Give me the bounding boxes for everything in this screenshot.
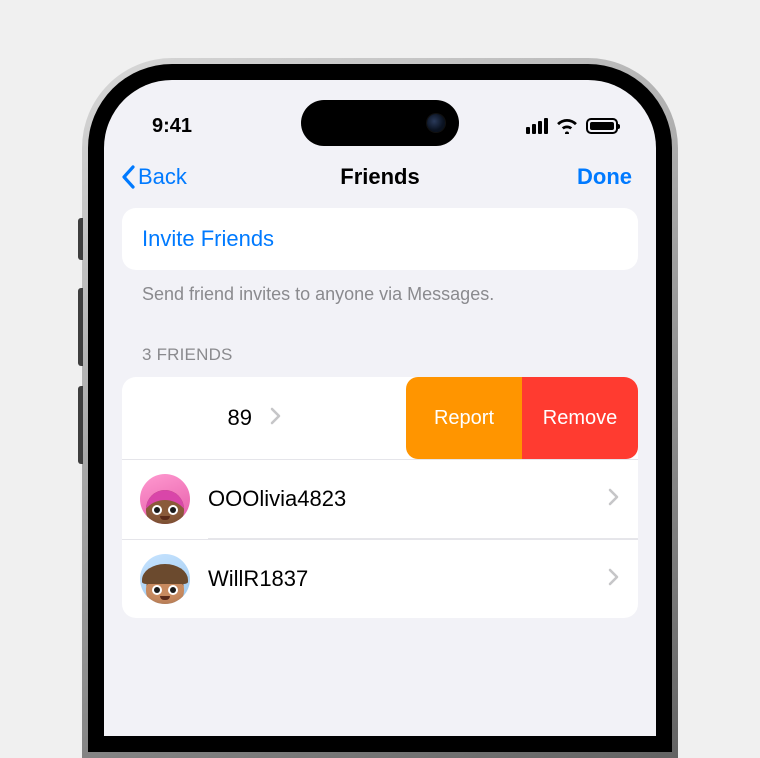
friends-section-header: 3 FRIENDS <box>122 305 638 377</box>
report-button[interactable]: Report <box>406 377 522 459</box>
back-label: Back <box>138 164 187 190</box>
friend-row[interactable]: WillR1837 <box>122 539 638 618</box>
friend-row[interactable]: OOOlivia4823 <box>122 459 638 538</box>
remove-button[interactable]: Remove <box>522 377 638 459</box>
side-button-volume-down <box>78 386 83 464</box>
friend-name: OOOlivia4823 <box>208 486 590 512</box>
side-button-silent <box>78 218 83 260</box>
invite-helper-text: Send friend invites to anyone via Messag… <box>122 270 638 305</box>
chevron-left-icon <box>120 165 136 189</box>
chevron-right-icon <box>270 407 282 430</box>
avatar <box>140 474 190 524</box>
page-title: Friends <box>340 164 419 190</box>
invite-friends-button[interactable]: Invite Friends <box>122 208 638 270</box>
battery-icon <box>586 118 618 134</box>
phone-frame: 9:41 Back Friends Done <box>82 58 678 758</box>
side-button-volume-up <box>78 288 83 366</box>
cellular-signal-icon <box>526 118 548 134</box>
chevron-right-icon <box>608 488 620 511</box>
friend-row-swiped[interactable]: 89 Report Remove <box>122 377 638 459</box>
done-button[interactable]: Done <box>577 164 632 190</box>
invite-card: Invite Friends <box>122 208 638 270</box>
friends-list: 89 Report Remove <box>122 377 638 618</box>
wifi-icon <box>556 118 578 134</box>
dynamic-island <box>301 100 459 146</box>
status-time: 9:41 <box>152 115 192 138</box>
nav-bar: Back Friends Done <box>104 148 656 208</box>
friend-name-fragment: 89 <box>228 405 252 431</box>
friend-name: WillR1837 <box>208 566 590 592</box>
front-camera <box>427 114 445 132</box>
chevron-right-icon <box>608 568 620 591</box>
screen: 9:41 Back Friends Done <box>104 80 656 736</box>
avatar <box>140 554 190 604</box>
back-button[interactable]: Back <box>120 164 187 190</box>
